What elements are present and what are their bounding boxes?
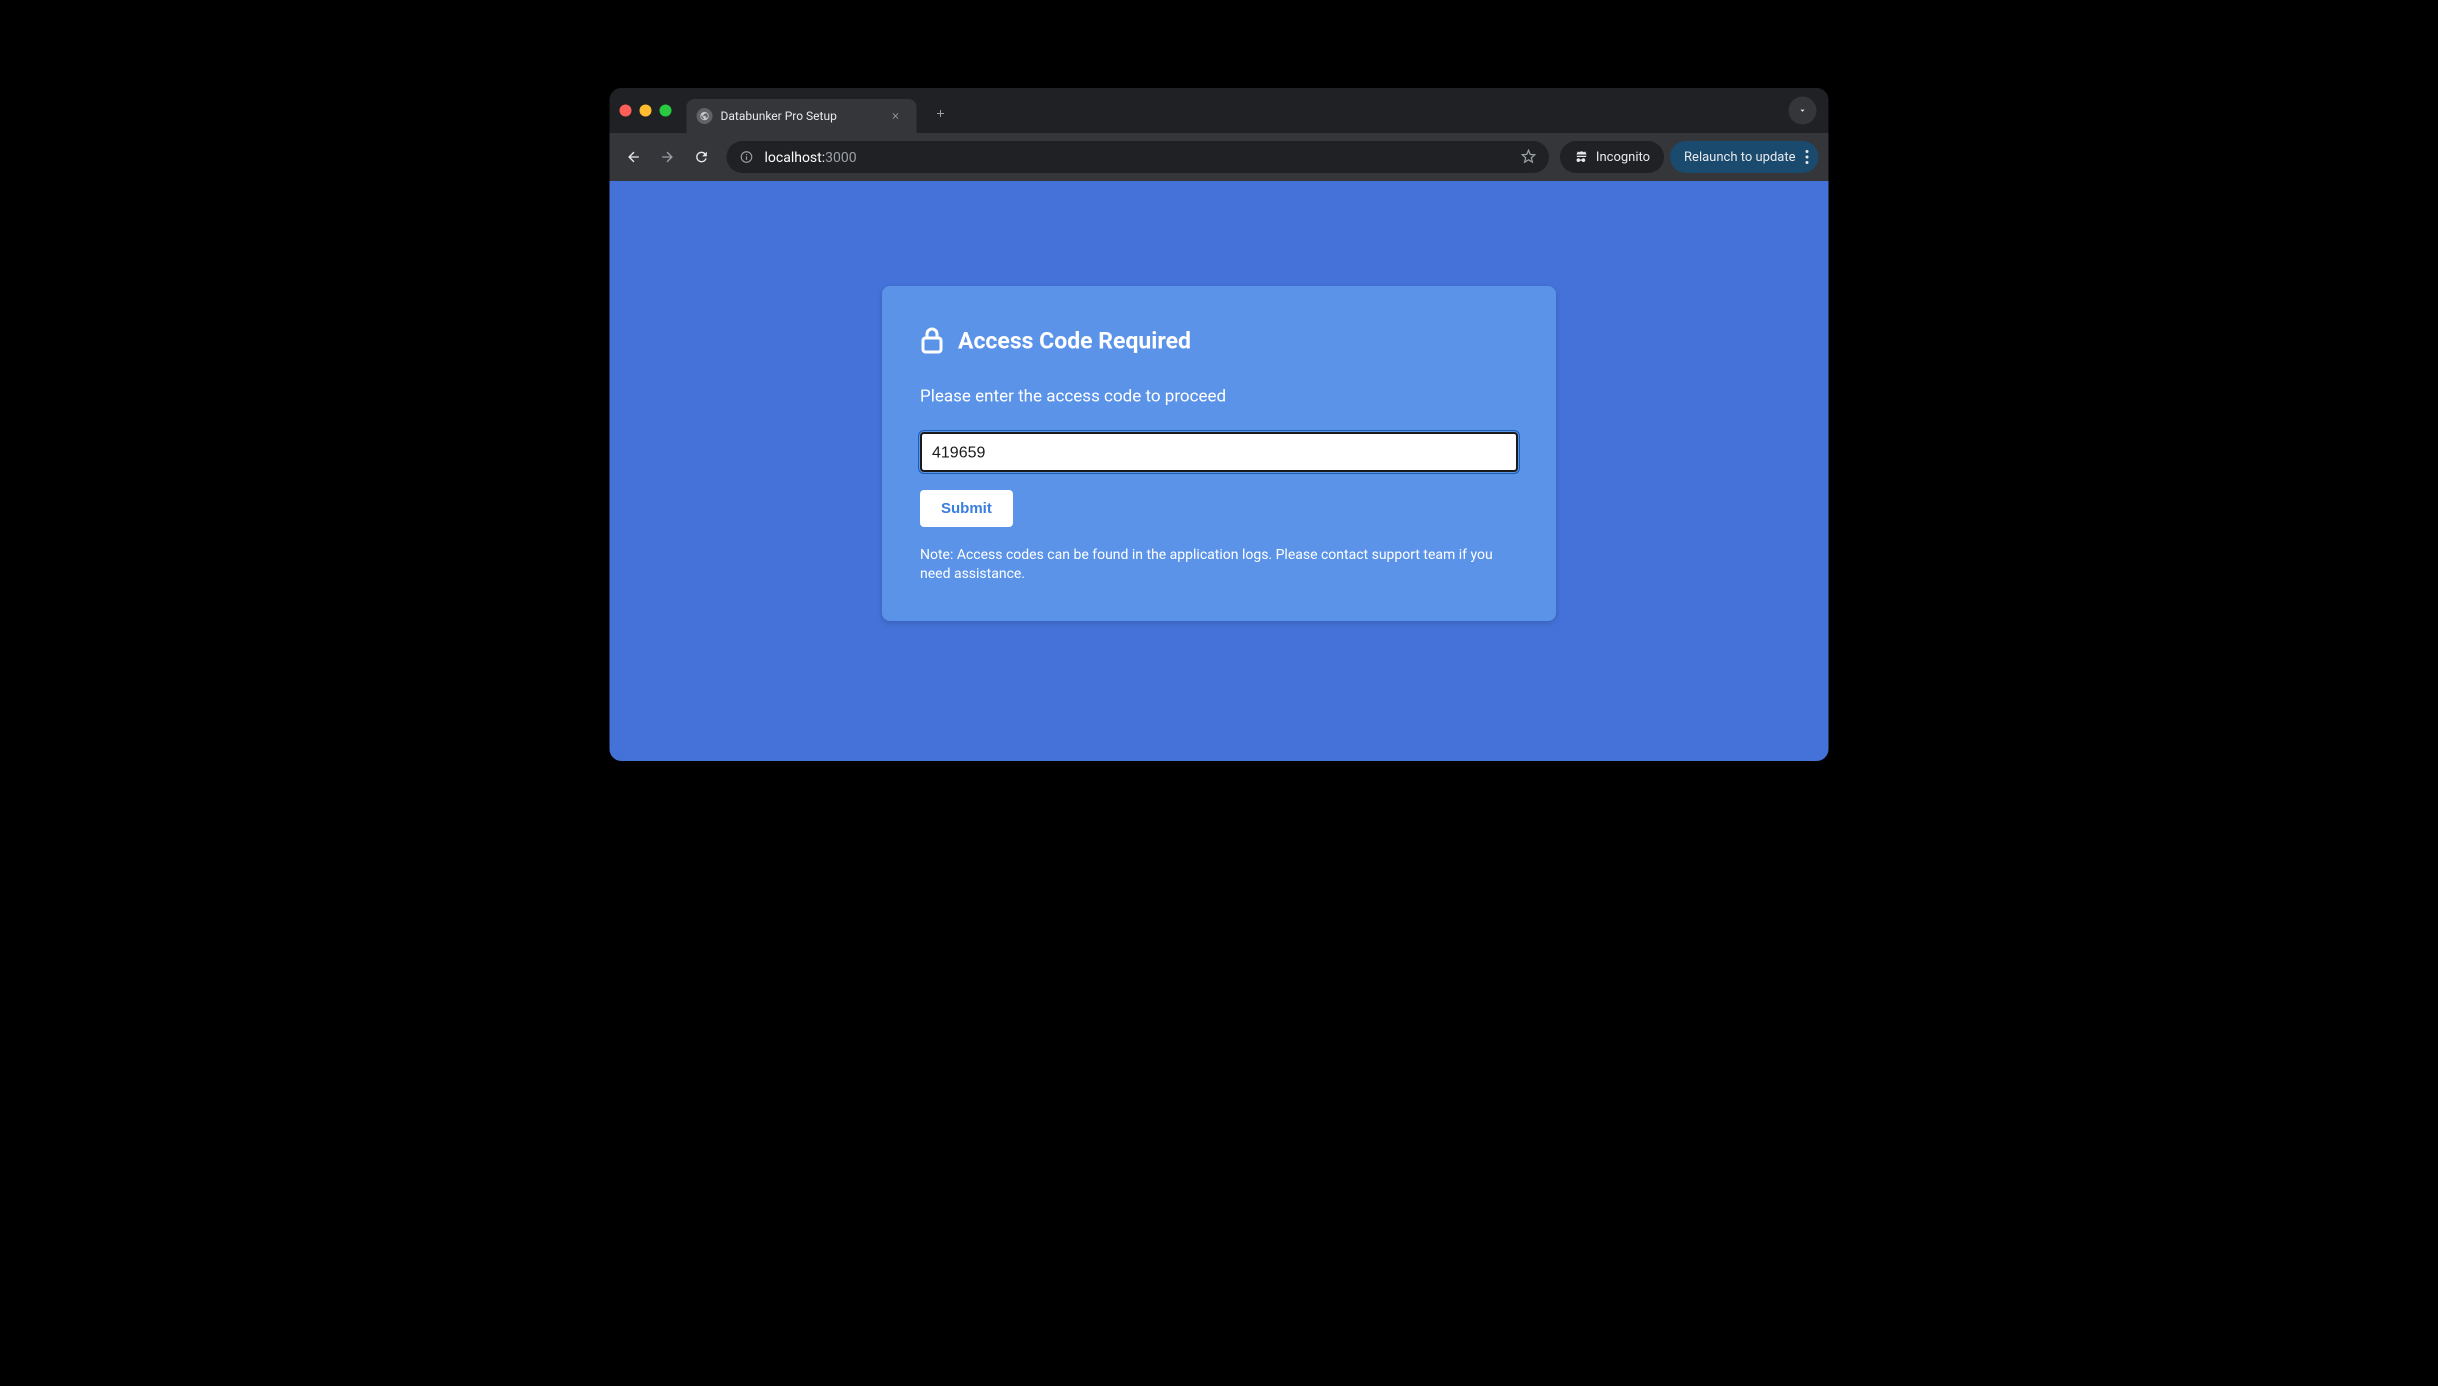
tab-search-button[interactable]: [1789, 97, 1817, 125]
forward-button[interactable]: [654, 143, 682, 171]
window-maximize-button[interactable]: [660, 105, 672, 117]
page-viewport: Access Code Required Please enter the ac…: [610, 181, 1829, 761]
browser-toolbar: localhost:3000 Incognito Relaunch to upd…: [610, 133, 1829, 181]
site-info-icon[interactable]: [739, 149, 755, 165]
close-tab-icon[interactable]: [889, 109, 903, 123]
browser-window: Databunker Pro Setup: [610, 88, 1829, 761]
address-bar[interactable]: localhost:3000: [727, 141, 1549, 173]
url-text: localhost:3000: [765, 149, 1511, 166]
relaunch-button[interactable]: Relaunch to update: [1670, 141, 1818, 173]
reload-button[interactable]: [688, 143, 716, 171]
window-controls: [620, 105, 672, 117]
browser-tab[interactable]: Databunker Pro Setup: [687, 99, 917, 133]
access-code-input[interactable]: [920, 432, 1518, 472]
access-code-card: Access Code Required Please enter the ac…: [882, 286, 1556, 621]
relaunch-label: Relaunch to update: [1684, 150, 1795, 165]
card-note: Note: Access codes can be found in the a…: [920, 545, 1518, 583]
bookmark-icon[interactable]: [1521, 149, 1537, 165]
tab-bar: Databunker Pro Setup: [610, 88, 1829, 133]
lock-icon: [920, 326, 944, 356]
menu-dots-icon: [1806, 150, 1809, 164]
submit-button[interactable]: Submit: [920, 490, 1013, 527]
card-prompt: Please enter the access code to proceed: [920, 386, 1518, 406]
tab-title: Databunker Pro Setup: [721, 109, 881, 123]
globe-icon: [697, 108, 713, 124]
url-host: localhost:: [765, 149, 826, 166]
card-header: Access Code Required: [920, 326, 1518, 356]
url-port: 3000: [825, 149, 856, 166]
card-title: Access Code Required: [958, 328, 1191, 355]
window-minimize-button[interactable]: [640, 105, 652, 117]
incognito-chip[interactable]: Incognito: [1560, 141, 1664, 173]
window-close-button[interactable]: [620, 105, 632, 117]
new-tab-button[interactable]: [932, 105, 950, 123]
back-button[interactable]: [620, 143, 648, 171]
incognito-label: Incognito: [1596, 150, 1650, 165]
